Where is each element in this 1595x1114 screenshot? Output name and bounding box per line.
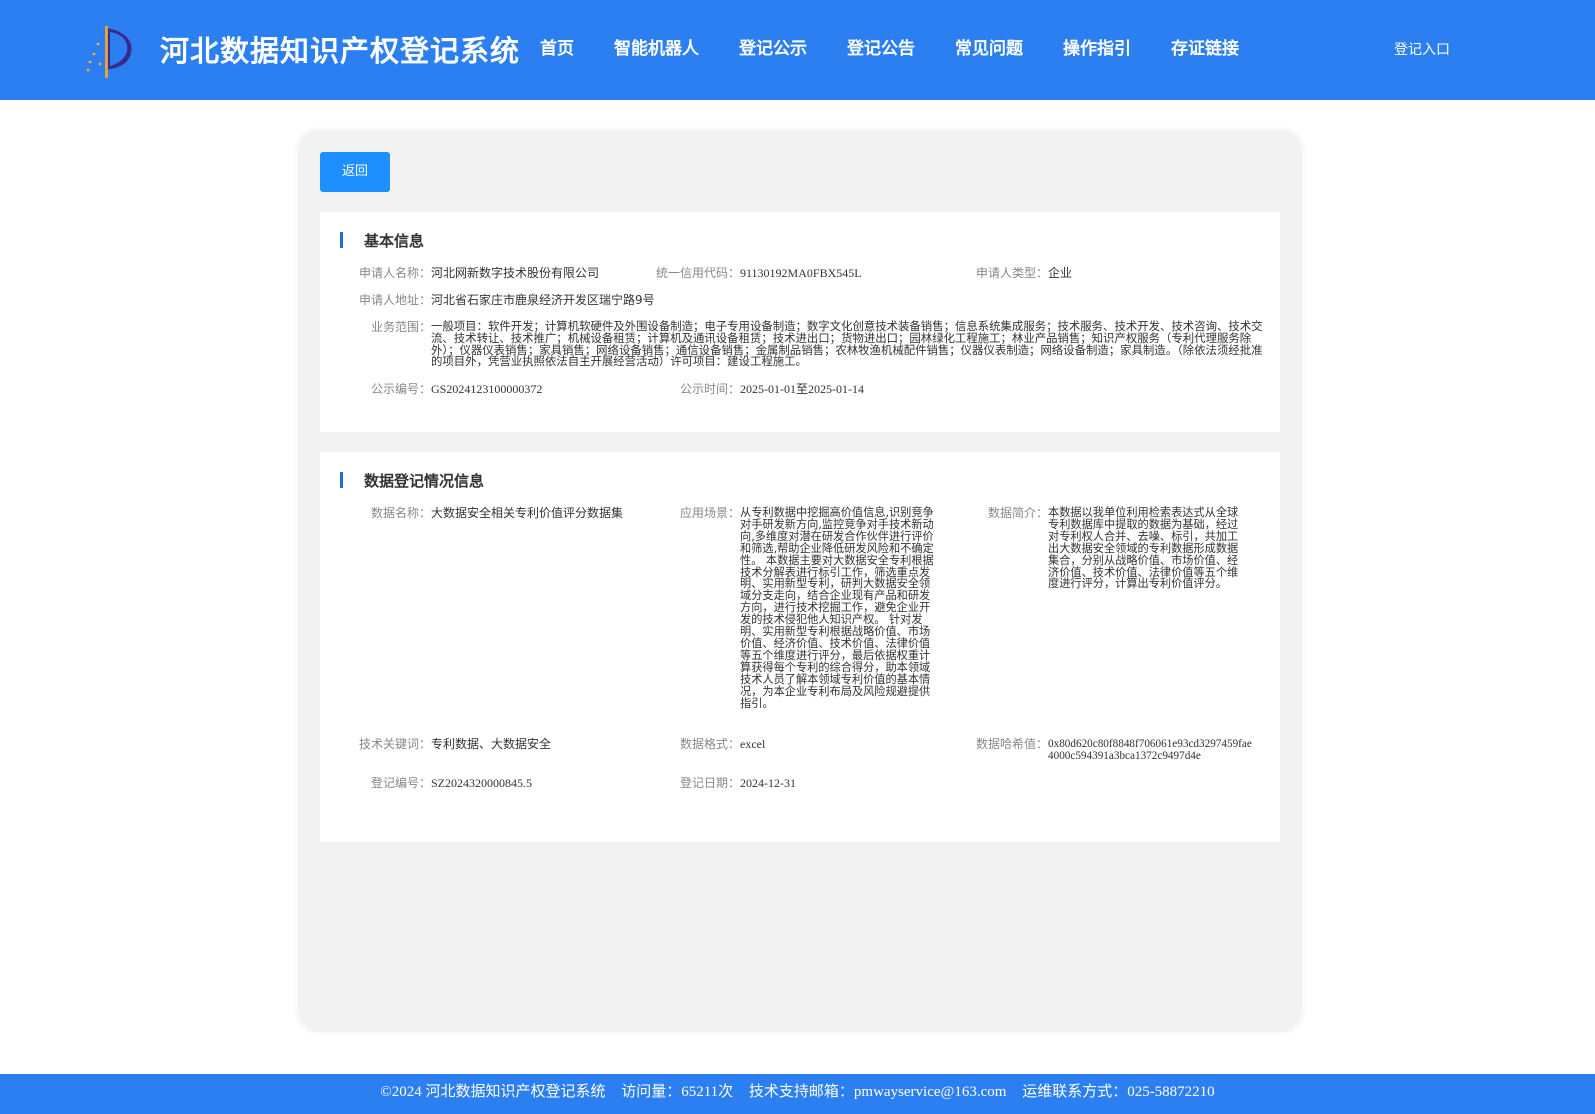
- scenario-label: 应用场景：: [679, 506, 740, 520]
- applicant-type-value: 企业: [1048, 266, 1073, 280]
- publicity-no-value: GS2024123100000372: [431, 382, 543, 396]
- nav-item-home[interactable]: 首页: [540, 34, 574, 59]
- scope-value: 一般项目：软件开发；计算机软硬件及外围设备制造；电子专用设备制造；数字文化创意技…: [431, 319, 1263, 369]
- data-name-value: 大数据安全相关专利价值评分数据集: [431, 506, 624, 520]
- site-title: 河北数据知识产权登记系统: [160, 34, 521, 68]
- applicant-name-value: 河北网新数字技术股份有限公司: [431, 266, 600, 280]
- applicant-name-label: 申请人名称：: [358, 266, 431, 280]
- registration-date-value: 2024-12-31: [740, 776, 796, 790]
- sail-logo-icon[interactable]: [80, 24, 136, 80]
- data-registration-card: 数据登记情况信息 数据名称： 大数据安全相关专利价值评分数据集 应用场景： 从专…: [320, 452, 1280, 842]
- publicity-time-label: 公示时间：: [679, 382, 740, 396]
- nav-item-faq[interactable]: 常见问题: [955, 34, 1023, 59]
- footer-visits: 访问量：65211次: [621, 1084, 734, 1100]
- footer-contact: 运维联系方式：025-58872210: [1022, 1084, 1215, 1100]
- publicity-no-label: 公示编号：: [370, 382, 431, 396]
- credit-code-label: 统一信用代码：: [655, 266, 740, 280]
- data-name-label: 数据名称：: [370, 506, 431, 520]
- footer-copyright: ©2024 河北数据知识产权登记系统: [380, 1084, 606, 1100]
- scope-label: 业务范围：: [370, 320, 431, 334]
- registration-no-label: 登记编号：: [370, 776, 431, 790]
- nav-item-guide[interactable]: 操作指引: [1063, 34, 1131, 59]
- hash-label: 数据哈希值：: [975, 737, 1048, 751]
- applicant-type-label: 申请人类型：: [975, 266, 1048, 280]
- keywords-label: 技术关键词：: [358, 737, 431, 751]
- registration-date-label: 登记日期：: [679, 776, 740, 790]
- detail-panel: 返回 基本信息 申请人名称： 河北网新数字技术股份有限公司 统一信用代码： 91…: [300, 132, 1300, 1030]
- registration-no-value: SZ2024320000845.5: [431, 776, 533, 790]
- credit-code-value: 91130192MA0FBX545L: [740, 266, 862, 280]
- intro-value: 本数据以我单位利用检索表达式从全球专利数据库中提取的数据为基础，经过对专利权人合…: [1048, 506, 1239, 591]
- hash-value: 0x80d620c80f8848f706061e93cd3297459fae40…: [1048, 738, 1252, 762]
- login-entry-link[interactable]: 登记入口: [1394, 39, 1450, 59]
- address-label: 申请人地址：: [358, 293, 431, 307]
- format-label: 数据格式：: [679, 737, 740, 751]
- keywords-value: 专利数据、大数据安全: [431, 737, 552, 751]
- nav-item-registration-publicity[interactable]: 登记公示: [739, 34, 807, 59]
- page-footer: ©2024 河北数据知识产权登记系统 访问量：65211次 技术支持邮箱：pmw…: [0, 1074, 1595, 1114]
- footer-support-email: 技术支持邮箱：pmwayservice@163.com: [748, 1084, 1007, 1100]
- nav-item-evidence-link[interactable]: 存证链接: [1171, 34, 1239, 59]
- publicity-time-value: 2025-01-01至2025-01-14: [740, 382, 864, 396]
- nav-item-registration-notice[interactable]: 登记公告: [847, 34, 915, 59]
- basic-info-card: 基本信息 申请人名称： 河北网新数字技术股份有限公司 统一信用代码： 91130…: [320, 212, 1280, 432]
- top-header: 河北数据知识产权登记系统 首页 智能机器人 登记公示 登记公告 常见问题 操作指…: [0, 0, 1595, 100]
- back-button[interactable]: 返回: [320, 152, 390, 192]
- intro-label: 数据简介：: [987, 506, 1048, 520]
- accent-bar: [340, 232, 343, 248]
- scenario-value: 从专利数据中挖掘高价值信息,识别竞争对手研发新方向,监控竞争对手技术新动向,多维…: [740, 506, 934, 710]
- accent-bar: [340, 472, 343, 488]
- address-value: 河北省石家庄市鹿泉经济开发区瑞宁路9号: [431, 293, 655, 307]
- nav-item-robot[interactable]: 智能机器人: [614, 34, 699, 59]
- format-value: excel: [740, 737, 766, 751]
